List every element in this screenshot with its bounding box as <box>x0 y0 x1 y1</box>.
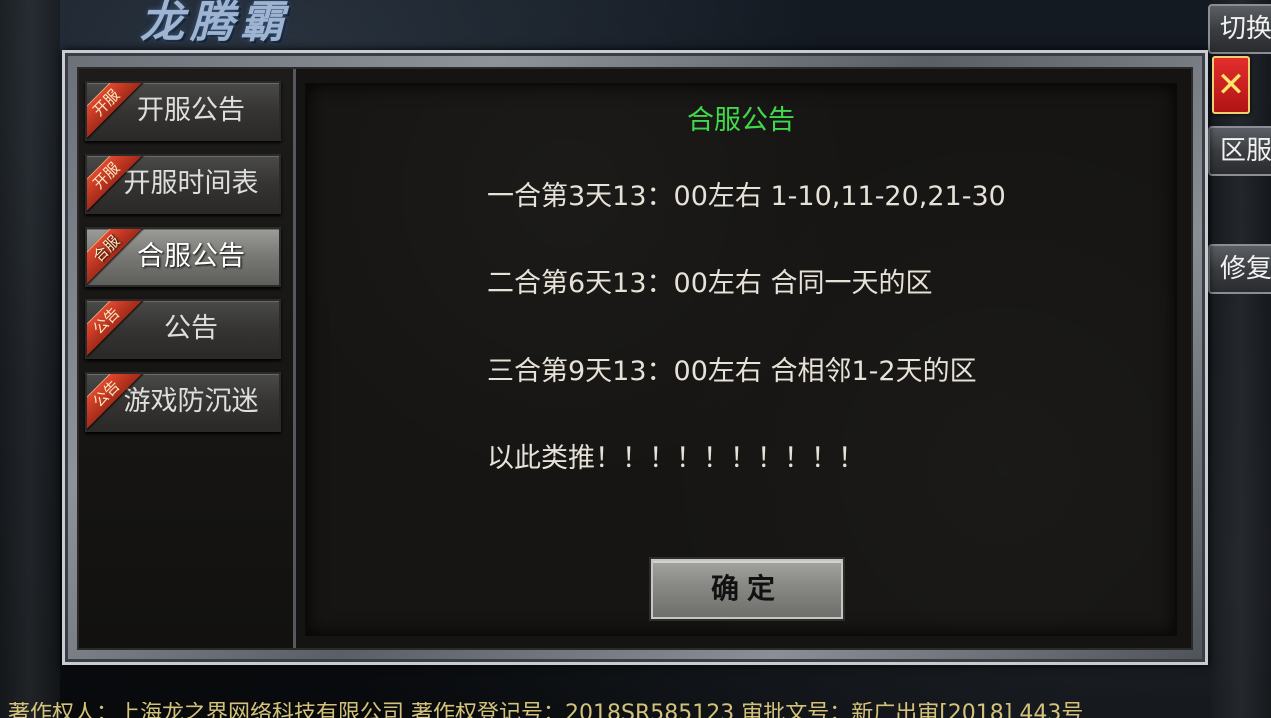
tab-badge: 公告 <box>87 301 147 357</box>
tab-server-open-schedule[interactable]: 开服 开服时间表 <box>85 154 281 214</box>
tab-label: 合服公告 <box>137 241 245 272</box>
tab-notice[interactable]: 公告 公告 <box>85 299 281 359</box>
dialog-body: 开服 开服公告 开服 开服时间表 合服 合服公告 公告 公告 公告 游戏防沉迷 … <box>77 67 1193 650</box>
content-title: 合服公告 <box>687 105 795 136</box>
server-tab[interactable]: 区服 <box>1208 126 1271 176</box>
tab-label: 公告 <box>164 313 218 344</box>
merge-line-2: 二合第6天13：00左右 合同一天的区 <box>487 268 933 299</box>
merge-line-3: 三合第9天13：00左右 合相邻1-2天的区 <box>487 356 977 387</box>
background-pillar-left <box>0 0 60 718</box>
confirm-button[interactable]: 确定 <box>651 559 843 619</box>
announcement-sidebar: 开服 开服公告 开服 开服时间表 合服 合服公告 公告 公告 公告 游戏防沉迷 <box>79 69 296 648</box>
tab-label: 游戏防沉迷 <box>123 386 259 417</box>
close-button[interactable]: ✕ <box>1212 56 1250 114</box>
tab-label: 开服时间表 <box>123 168 259 199</box>
copyright-footer: 著作权人：上海龙之界网络科技有限公司 著作权登记号：2018SR585123 审… <box>8 702 1084 718</box>
repair-tab[interactable]: 修复 <box>1208 244 1271 294</box>
tab-server-merge-notice[interactable]: 合服 合服公告 <box>85 227 281 287</box>
tab-anti-addiction[interactable]: 公告 游戏防沉迷 <box>85 372 281 432</box>
tab-server-open-notice[interactable]: 开服 开服公告 <box>85 81 281 141</box>
game-logo: 龙腾霸 <box>140 0 290 48</box>
game-screen: 龙腾霸 切换 区服 修复 著作权人：上海龙之界网络科技有限公司 著作权登记号：2… <box>0 0 1271 718</box>
switch-tab[interactable]: 切换 <box>1208 4 1271 54</box>
merge-line-4: 以此类推！！！！！！！！！！ <box>487 443 865 474</box>
announcement-dialog: 开服 开服公告 开服 开服时间表 合服 合服公告 公告 公告 公告 游戏防沉迷 … <box>62 50 1208 665</box>
tab-label: 开服公告 <box>137 95 245 126</box>
announcement-content: 合服公告 一合第3天13：00左右 1-10,11-20,21-30 二合第6天… <box>305 83 1177 636</box>
merge-line-1: 一合第3天13：00左右 1-10,11-20,21-30 <box>487 181 1006 212</box>
close-icon: ✕ <box>1216 65 1246 105</box>
